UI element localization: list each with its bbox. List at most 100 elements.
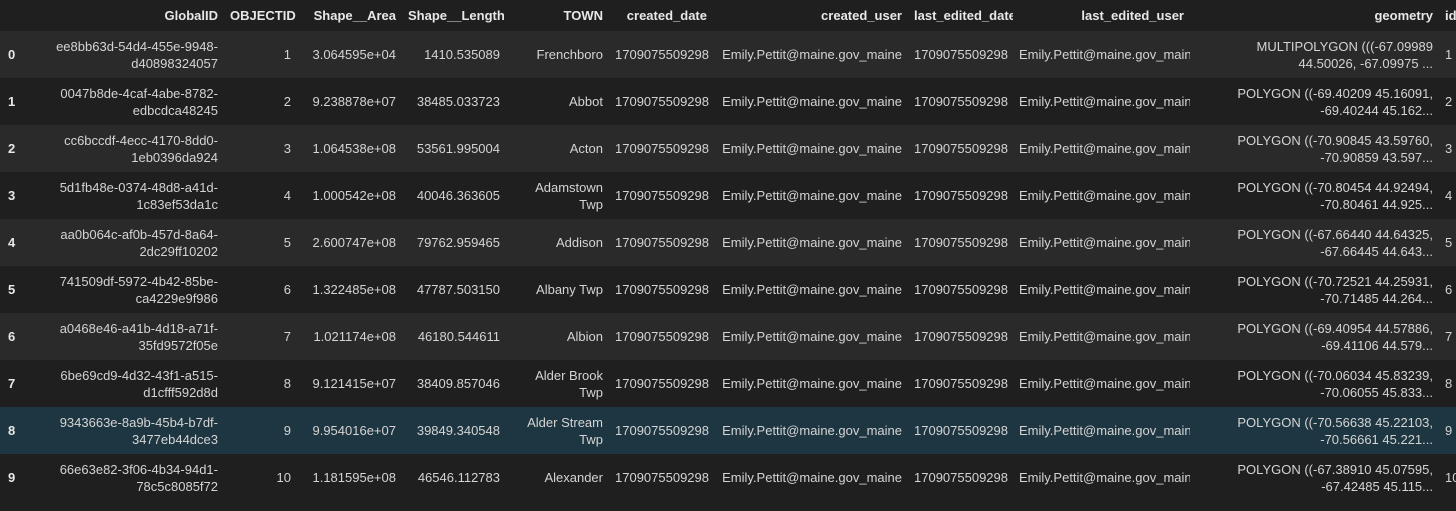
created-date-cell-text: 1709075509298 bbox=[615, 282, 709, 297]
geometry-cell-text: MULTIPOLYGON (((-67.09989 bbox=[1256, 38, 1433, 54]
geometry-cell-text: -70.56661 45.221... bbox=[1320, 431, 1433, 447]
shape-length-cell: 39849.340548 bbox=[402, 407, 506, 454]
row-index-cell: 3 bbox=[0, 172, 28, 219]
id-cell-text: 8 bbox=[1445, 376, 1453, 391]
town-cell-text: Adamstown bbox=[535, 179, 603, 195]
created-user-cell-text: Emily.Pettit@maine.gov_maine bbox=[722, 282, 902, 297]
table-row[interactable]: 6 a0468e46-a41b-4d18-a71f- 35fd9572f05e 7 1.… bbox=[0, 313, 1456, 360]
globalid-cell-text: 1c83ef53da1c bbox=[136, 196, 218, 212]
last-edited-user-cell-text: Emily.Pettit@maine.gov_maine bbox=[1019, 94, 1190, 109]
shape-length-cell-text: 46180.544611 bbox=[417, 329, 500, 344]
globalid-cell-text: d40898324057 bbox=[131, 55, 218, 71]
globalid-cell: ee8bb63d-54d4-455e-9948- d40898324057 bbox=[28, 31, 224, 78]
town-cell-text: Twp bbox=[579, 384, 603, 400]
globalid-cell: cc6bccdf-4ecc-4170-8dd0- 1eb0396da924 bbox=[28, 125, 224, 172]
shape-area-cell: 9.121415e+07 bbox=[297, 360, 402, 407]
shape-area-cell-text: 3.064595e+04 bbox=[312, 47, 396, 62]
objectid-cell-text: 2 bbox=[283, 94, 291, 109]
town-cell: Albany Twp bbox=[506, 266, 609, 313]
shape-area-cell-text: 1.000542e+08 bbox=[312, 188, 396, 203]
shape-area-cell: 9.954016e+07 bbox=[297, 407, 402, 454]
last-edited-date-cell-text: 1709075509298 bbox=[914, 188, 1008, 203]
globalid-cell: 9343663e-8a9b-45b4-b7df- 3477eb44dce3 bbox=[28, 407, 224, 454]
created-user-cell: Emily.Pettit@maine.gov_maine bbox=[713, 266, 908, 313]
created-date-cell: 1709075509298 bbox=[609, 407, 713, 454]
geometry-cell: POLYGON ((-69.40209 45.16091, -69.40244 4… bbox=[1190, 78, 1439, 125]
shape-length-cell: 46546.112783 bbox=[402, 454, 506, 501]
row-index-cell: 9 bbox=[0, 454, 28, 501]
globalid-cell: 66e63e82-3f06-4b34-94d1- 78c5c8085f72 bbox=[28, 454, 224, 501]
created-date-cell-text: 1709075509298 bbox=[615, 329, 709, 344]
globalid-cell-text: edbcdca48245 bbox=[132, 102, 218, 118]
globalid-cell: 741509df-5972-4b42-85be-ca4229e9f986 bbox=[28, 266, 224, 313]
shape-length-cell: 40046.363605 bbox=[402, 172, 506, 219]
globalid-cell: a0468e46-a41b-4d18-a71f- 35fd9572f05e bbox=[28, 313, 224, 360]
objectid-cell-text: 9 bbox=[283, 423, 291, 438]
geometry-cell-text: POLYGON ((-70.72521 44.25931, bbox=[1237, 273, 1433, 289]
table-row[interactable]: 2 cc6bccdf-4ecc-4170-8dd0- 1eb0396da924 3 1.… bbox=[0, 125, 1456, 172]
shape-length-cell-text: 38409.857046 bbox=[416, 376, 500, 391]
column-header-last-edited-date: last_edited_date bbox=[908, 0, 1013, 31]
globalid-cell: aa0b064c-af0b-457d-8a64- 2dc29ff10202 bbox=[28, 219, 224, 266]
id-cell-text: 1 bbox=[1445, 47, 1453, 62]
created-user-cell-text: Emily.Pettit@maine.gov_maine bbox=[722, 470, 902, 485]
shape-area-cell-text: 1.322485e+08 bbox=[312, 282, 396, 297]
table-row[interactable]: 9 66e63e82-3f06-4b34-94d1- 78c5c8085f72 10 1… bbox=[0, 454, 1456, 501]
shape-area-cell: 1.021174e+08 bbox=[297, 313, 402, 360]
created-date-cell: 1709075509298 bbox=[609, 172, 713, 219]
last-edited-user-cell-text: Emily.Pettit@maine.gov_maine bbox=[1019, 47, 1190, 62]
column-header-last-edited-user: last_edited_user bbox=[1013, 0, 1190, 31]
notebook-output-area: GlobalID OBJECTID Shape__Area Shape__Len… bbox=[0, 0, 1456, 511]
table-row[interactable]: 8 9343663e-8a9b-45b4-b7df- 3477eb44dce3 9 9.… bbox=[0, 407, 1456, 454]
town-cell: Alder Brook Twp bbox=[506, 360, 609, 407]
dataframe-table: GlobalID OBJECTID Shape__Area Shape__Len… bbox=[0, 0, 1456, 501]
last-edited-user-cell: Emily.Pettit@maine.gov_maine bbox=[1013, 78, 1190, 125]
town-cell-text: Alexander bbox=[544, 470, 603, 485]
last-edited-user-cell-text: Emily.Pettit@maine.gov_maine bbox=[1019, 141, 1190, 156]
created-date-cell-text: 1709075509298 bbox=[615, 235, 709, 250]
last-edited-user-cell-text: Emily.Pettit@maine.gov_maine bbox=[1019, 282, 1190, 297]
created-user-cell-text: Emily.Pettit@maine.gov_maine bbox=[722, 235, 902, 250]
table-row[interactable]: 5 741509df-5972-4b42-85be-ca4229e9f986 6 1.… bbox=[0, 266, 1456, 313]
objectid-cell-text: 5 bbox=[283, 235, 291, 250]
table-row[interactable]: 0 ee8bb63d-54d4-455e-9948- d40898324057 1 3.… bbox=[0, 31, 1456, 78]
geometry-cell: POLYGON ((-70.80454 44.92494, -70.80461 4… bbox=[1190, 172, 1439, 219]
objectid-cell: 9 bbox=[224, 407, 297, 454]
id-cell: 4 bbox=[1439, 172, 1456, 219]
row-index-cell-text: 3 bbox=[8, 188, 16, 203]
table-row[interactable]: 1 0047b8de-4caf-4abe-8782- edbcdca48245 2 9.… bbox=[0, 78, 1456, 125]
table-row[interactable]: 7 6be69cd9-4d32-43f1-a515- d1cfff592d8d 8 9.… bbox=[0, 360, 1456, 407]
row-index-cell: 5 bbox=[0, 266, 28, 313]
last-edited-date-cell: 1709075509298 bbox=[908, 78, 1013, 125]
created-user-cell: Emily.Pettit@maine.gov_maine bbox=[713, 125, 908, 172]
created-user-cell-text: Emily.Pettit@maine.gov_maine bbox=[722, 47, 902, 62]
shape-length-cell-text: 53561.995004 bbox=[416, 141, 500, 156]
shape-length-cell-text: 1410.535089 bbox=[424, 47, 500, 62]
row-index-cell: 8 bbox=[0, 407, 28, 454]
id-cell-text: 9 bbox=[1445, 423, 1453, 438]
globalid-cell-text: 35fd9572f05e bbox=[138, 337, 218, 353]
shape-length-cell: 1410.535089 bbox=[402, 31, 506, 78]
id-cell: 9 bbox=[1439, 407, 1456, 454]
last-edited-date-cell: 1709075509298 bbox=[908, 313, 1013, 360]
town-cell-text: Alder Brook bbox=[535, 367, 603, 383]
town-cell-text: Twp bbox=[579, 431, 603, 447]
shape-length-cell: 38409.857046 bbox=[402, 360, 506, 407]
last-edited-date-cell: 1709075509298 bbox=[908, 360, 1013, 407]
globalid-cell: 5d1fb48e-0374-48d8-a41d- 1c83ef53da1c bbox=[28, 172, 224, 219]
objectid-cell-text: 3 bbox=[283, 141, 291, 156]
geometry-cell-text: POLYGON ((-69.40954 44.57886, bbox=[1237, 320, 1433, 336]
table-row[interactable]: 4 aa0b064c-af0b-457d-8a64- 2dc29ff10202 5 2.… bbox=[0, 219, 1456, 266]
id-cell: 7 bbox=[1439, 313, 1456, 360]
id-cell-text: 4 bbox=[1445, 188, 1453, 203]
objectid-cell: 6 bbox=[224, 266, 297, 313]
globalid-cell-text: 5d1fb48e-0374-48d8-a41d- bbox=[59, 179, 218, 195]
row-index-cell: 0 bbox=[0, 31, 28, 78]
last-edited-date-cell: 1709075509298 bbox=[908, 31, 1013, 78]
id-cell: 10 bbox=[1439, 454, 1456, 501]
town-cell: Frenchboro bbox=[506, 31, 609, 78]
row-index-cell: 4 bbox=[0, 219, 28, 266]
table-row[interactable]: 3 5d1fb48e-0374-48d8-a41d- 1c83ef53da1c 4 1.… bbox=[0, 172, 1456, 219]
geometry-cell-text: POLYGON ((-70.90845 43.59760, bbox=[1237, 132, 1433, 148]
town-cell-text: Albany Twp bbox=[536, 282, 603, 297]
